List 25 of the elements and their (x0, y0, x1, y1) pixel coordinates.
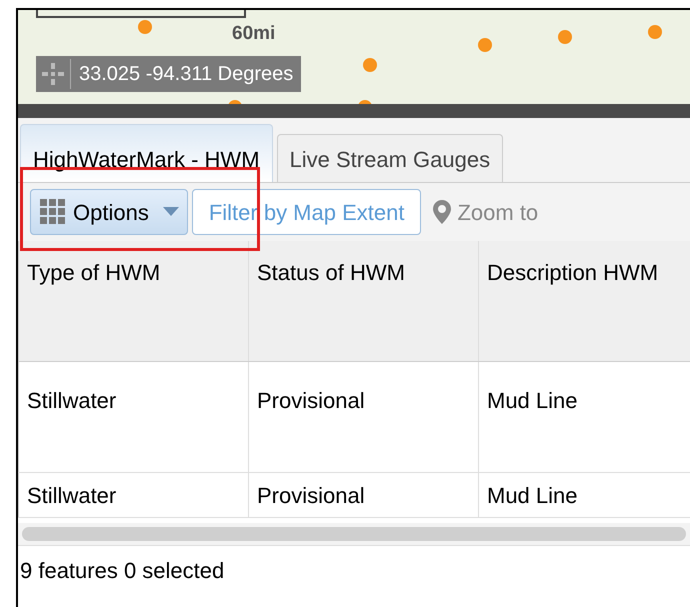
map-marker-icon (363, 58, 377, 72)
crosshair-icon[interactable] (40, 61, 66, 87)
tab[interactable]: HighWaterMark - HWM (20, 124, 273, 182)
horizontal-scrollbar[interactable] (22, 527, 686, 541)
table-cell: Mud Line (479, 473, 690, 517)
column-header[interactable]: Status of HWM (249, 241, 479, 361)
map-pin-icon (433, 200, 452, 224)
scale-label: 60mi (232, 22, 276, 46)
map-marker-icon (558, 30, 572, 44)
column-header[interactable]: Description HWM (479, 241, 690, 361)
table-cell: Provisional (249, 473, 479, 517)
coordinate-text: 33.025 -94.311 Degrees (70, 59, 302, 89)
table-cell: Mud Line (479, 362, 690, 472)
options-button[interactable]: Options (30, 189, 188, 235)
map-marker-icon (138, 20, 152, 34)
caret-icon (162, 207, 179, 217)
column-header[interactable]: Type of HWM (19, 241, 249, 361)
grid-icon (39, 198, 67, 226)
map-marker-icon (648, 25, 662, 39)
status-text: 9 features 0 selected (20, 558, 224, 583)
table-cell: Stillwater (19, 362, 249, 472)
map-marker-icon (478, 38, 492, 52)
table-cell: Provisional (249, 362, 479, 472)
tab[interactable]: Live Stream Gauges (276, 134, 504, 182)
table-cell: Stillwater (19, 473, 249, 517)
